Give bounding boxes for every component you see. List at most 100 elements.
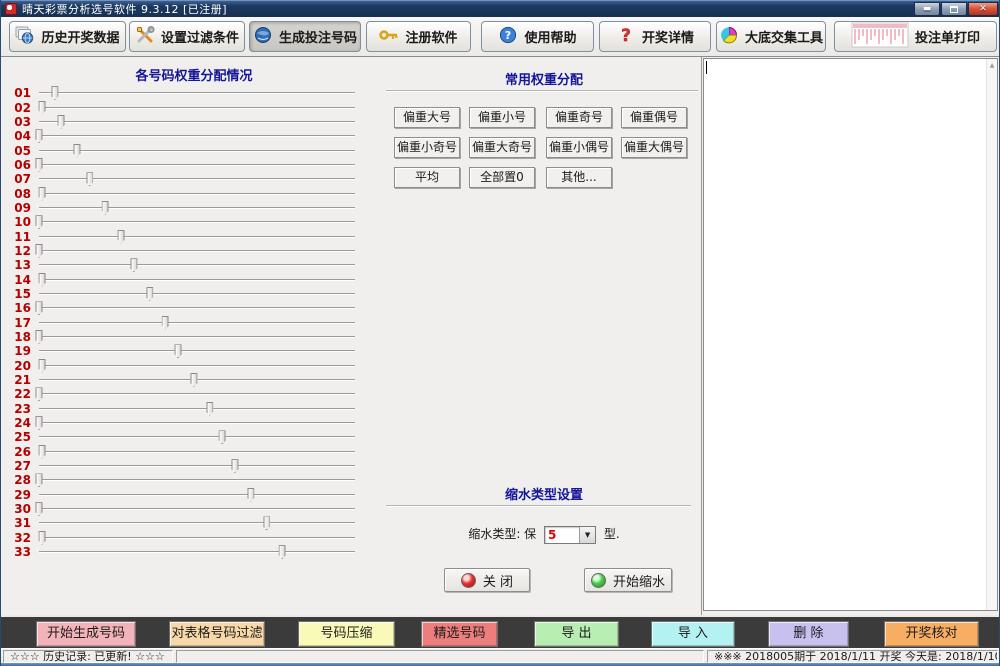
slider-track[interactable] bbox=[39, 387, 355, 401]
slider-track[interactable] bbox=[39, 416, 355, 430]
slider-track[interactable] bbox=[39, 258, 355, 272]
slider-track[interactable] bbox=[39, 459, 355, 473]
slider-track[interactable] bbox=[39, 531, 355, 545]
slider-track[interactable] bbox=[39, 330, 355, 344]
weight-preset-button-5[interactable]: 偏重小奇号 bbox=[394, 137, 460, 158]
weight-preset-button-8[interactable]: 偏重大偶号 bbox=[621, 137, 687, 158]
maximize-button[interactable] bbox=[941, 2, 967, 16]
slider-track[interactable] bbox=[39, 488, 355, 502]
slider-thumb[interactable] bbox=[39, 101, 46, 115]
bottom-action-button-4[interactable]: 精选号码 bbox=[421, 621, 498, 647]
slider-track[interactable] bbox=[39, 158, 355, 172]
slider-thumb[interactable] bbox=[219, 430, 226, 444]
slider-track[interactable] bbox=[39, 215, 355, 229]
slider-thumb[interactable] bbox=[39, 359, 46, 373]
weight-preset-button-9[interactable]: 平均 bbox=[394, 167, 460, 188]
slider-track[interactable] bbox=[39, 230, 355, 244]
toolbar-button-6[interactable]: ?开奖详情 bbox=[599, 21, 711, 52]
slider-track[interactable] bbox=[39, 115, 355, 129]
toolbar-button-2[interactable]: 设置过滤条件 bbox=[129, 21, 245, 52]
shrink-type-select[interactable]: 5 ▼ bbox=[544, 526, 596, 544]
slider-thumb[interactable] bbox=[39, 445, 46, 459]
weight-preset-button-2[interactable]: 偏重小号 bbox=[469, 107, 535, 128]
slider-thumb[interactable] bbox=[162, 316, 169, 330]
toolbar-button-3[interactable]: 生成投注号码 bbox=[249, 21, 361, 52]
slider-track[interactable] bbox=[39, 201, 355, 215]
slider-thumb[interactable] bbox=[263, 516, 270, 530]
slider-thumb[interactable] bbox=[190, 373, 197, 387]
toolbar-button-8[interactable]: 投注单打印 bbox=[834, 21, 997, 52]
slider-track[interactable] bbox=[39, 101, 355, 115]
slider-track[interactable] bbox=[39, 172, 355, 186]
toolbar-button-5[interactable]: ?使用帮助 bbox=[481, 21, 594, 52]
results-scrollbar[interactable]: ▲ bbox=[986, 59, 997, 610]
slider-thumb[interactable] bbox=[118, 230, 125, 244]
scroll-up-icon[interactable]: ▲ bbox=[987, 59, 997, 69]
slider-thumb[interactable] bbox=[231, 459, 238, 473]
ticket-print-icon bbox=[851, 22, 909, 52]
slider-thumb[interactable] bbox=[175, 344, 182, 358]
slider-thumb[interactable] bbox=[39, 187, 46, 201]
slider-thumb[interactable] bbox=[146, 287, 153, 301]
toolbar-button-1[interactable]: 历史开奖数据 bbox=[9, 21, 126, 52]
slider-track[interactable] bbox=[39, 129, 355, 143]
slider-track[interactable] bbox=[39, 430, 355, 444]
slider-track[interactable] bbox=[39, 273, 355, 287]
weight-preset-button-1[interactable]: 偏重大号 bbox=[394, 107, 460, 128]
slider-thumb[interactable] bbox=[73, 144, 80, 158]
minimize-button[interactable]: ▬ bbox=[914, 2, 940, 16]
weight-preset-button-7[interactable]: 偏重小偶号 bbox=[546, 137, 612, 158]
slider-track[interactable] bbox=[39, 359, 355, 373]
close-panel-button[interactable]: 关 闭 bbox=[444, 568, 530, 592]
slider-track[interactable] bbox=[39, 244, 355, 258]
bottom-action-button-3[interactable]: 号码压缩 bbox=[298, 621, 395, 647]
toolbar-button-4[interactable]: 注册软件 bbox=[366, 21, 471, 52]
slider-track[interactable] bbox=[39, 445, 355, 459]
slider-track[interactable] bbox=[39, 86, 355, 100]
bottom-action-button-7[interactable]: 删 除 bbox=[768, 621, 849, 647]
bottom-action-button-5[interactable]: 导 出 bbox=[534, 621, 619, 647]
toolbar-button-7[interactable]: 大底交集工具 bbox=[716, 21, 826, 52]
slider-track[interactable] bbox=[39, 301, 355, 315]
weight-slider-row-27: 27 bbox=[9, 459, 381, 473]
slider-thumb[interactable] bbox=[39, 531, 46, 545]
chevron-down-icon[interactable]: ▼ bbox=[579, 527, 595, 543]
slider-track[interactable] bbox=[39, 516, 355, 530]
slider-thumb[interactable] bbox=[247, 488, 254, 502]
slider-number-label: 28 bbox=[9, 473, 39, 487]
app-window: 晴天彩票分析选号软件 9.3.12 [已注册] ▬ ✕ 历史开奖数据设置过滤条件… bbox=[0, 0, 1000, 666]
slider-thumb[interactable] bbox=[279, 545, 286, 559]
slider-thumb[interactable] bbox=[206, 402, 213, 416]
bottom-action-button-2[interactable]: 对表格号码过滤 bbox=[169, 621, 265, 647]
bottom-action-button-1[interactable]: 开始生成号码 bbox=[36, 621, 136, 647]
close-button[interactable]: ✕ bbox=[968, 2, 998, 16]
weight-preset-button-10[interactable]: 全部置0 bbox=[469, 167, 535, 188]
slider-thumb[interactable] bbox=[51, 86, 58, 100]
slider-track[interactable] bbox=[39, 187, 355, 201]
slider-thumb[interactable] bbox=[130, 258, 137, 272]
slider-track[interactable] bbox=[39, 144, 355, 158]
slider-thumb[interactable] bbox=[102, 201, 109, 215]
slider-track[interactable] bbox=[39, 373, 355, 387]
slider-track[interactable] bbox=[39, 316, 355, 330]
start-shrink-button[interactable]: 开始缩水 bbox=[584, 568, 672, 592]
slider-thumb[interactable] bbox=[86, 172, 93, 186]
slider-track[interactable] bbox=[39, 402, 355, 416]
slider-thumb[interactable] bbox=[39, 273, 46, 287]
weight-preset-button-3[interactable]: 偏重奇号 bbox=[546, 107, 612, 128]
slider-thumb[interactable] bbox=[58, 115, 65, 129]
slider-track[interactable] bbox=[39, 545, 355, 559]
slider-number-label: 01 bbox=[9, 86, 39, 100]
bottom-action-button-8[interactable]: 开奖核对 bbox=[884, 621, 979, 647]
slider-track[interactable] bbox=[39, 287, 355, 301]
weight-slider-row-11: 11 bbox=[9, 229, 381, 243]
bottom-action-button-6[interactable]: 导 入 bbox=[651, 621, 735, 647]
weight-slider-row-20: 20 bbox=[9, 359, 381, 373]
weight-preset-button-6[interactable]: 偏重大奇号 bbox=[469, 137, 535, 158]
slider-track[interactable] bbox=[39, 502, 355, 516]
slider-track[interactable] bbox=[39, 344, 355, 358]
slider-track[interactable] bbox=[39, 473, 355, 487]
results-output-panel[interactable]: ▲ bbox=[703, 58, 998, 611]
weight-preset-button-11[interactable]: 其他... bbox=[546, 167, 612, 188]
weight-preset-button-4[interactable]: 偏重偶号 bbox=[621, 107, 687, 128]
